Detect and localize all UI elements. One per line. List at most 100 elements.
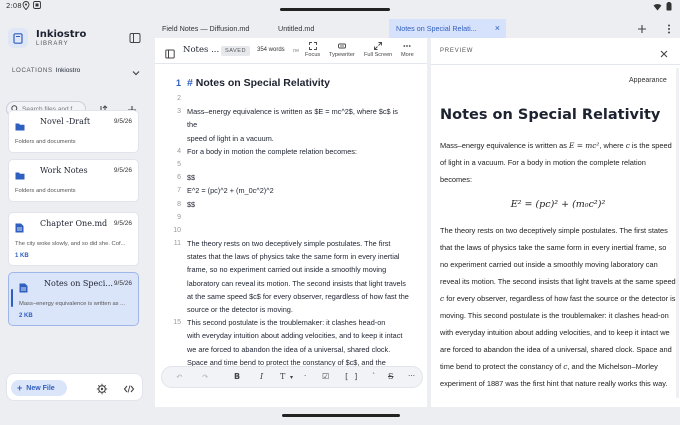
file-card-title: Notes on Speci... <box>44 279 113 288</box>
editor-line: frame, so no experiment carried out insi… <box>155 263 427 276</box>
file-card-chapter-one[interactable]: Chapter One.md 9/5/26 The city woke slow… <box>8 212 139 266</box>
file-card-notes-special-relativity[interactable]: Notes on Speci... 9/5/26 Mass–energy equ… <box>8 272 139 326</box>
cut-tool-label: ne <box>293 48 300 54</box>
tab-bar: Field Notes — Diffusion.md Untitled.md N… <box>155 19 680 38</box>
line-text: the <box>187 120 198 130</box>
close-tab-icon[interactable]: × <box>495 19 500 38</box>
editor-toolbar: Notes ... SAVED 354 words ne Focus Typew… <box>155 38 427 64</box>
library-book-icon <box>8 28 28 48</box>
new-tab-icon[interactable] <box>636 22 648 34</box>
home-gesture-bar[interactable] <box>282 414 400 417</box>
gear-icon[interactable] <box>96 382 108 395</box>
preview-text: for every observer, regardless of how fa… <box>440 294 676 371</box>
focus-button[interactable]: Focus <box>305 42 320 58</box>
strikethrough-icon[interactable]: S <box>388 372 393 381</box>
italic-icon[interactable]: I <box>260 372 263 381</box>
appearance-button[interactable]: Appearance <box>629 77 667 84</box>
format-toolbar: ↶ ↷ B I T ▾ · ☑ [ ] ` S ⋯ <box>161 366 423 388</box>
tab-field-notes[interactable]: Field Notes — Diffusion.md <box>155 19 275 38</box>
new-file-button[interactable]: + New File <box>11 380 67 396</box>
line-text: speed of light in a vacuum. <box>187 133 274 143</box>
more-vertical-icon[interactable] <box>663 22 675 34</box>
line-number: 2 <box>177 95 181 102</box>
more-button[interactable]: More <box>401 42 414 58</box>
file-card-size: 1 KB <box>15 253 29 259</box>
line-number: 8 <box>177 200 181 208</box>
line-text: frame, so no experiment carried out insi… <box>187 265 387 275</box>
editor-line: at the same speed $c$ for every observer… <box>155 290 427 303</box>
close-preview-icon[interactable] <box>659 46 669 58</box>
preview-paragraph: Mass–energy equivalence is written as E … <box>440 137 676 188</box>
brand-subtitle: LIBRARY <box>36 41 69 47</box>
editor-text-area[interactable]: 1 # Notes on Special Relativity 2 3 Mass–… <box>155 74 427 369</box>
focus-icon <box>308 42 317 50</box>
fullscreen-label: Full Screen <box>364 52 393 58</box>
file-card-work-notes[interactable]: Work Notes 9/5/26 Folders and documents <box>8 159 139 202</box>
redo-icon[interactable]: ↷ <box>202 372 209 381</box>
plus-icon: + <box>17 383 23 393</box>
file-card-date: 9/5/26 <box>113 220 132 227</box>
chevron-down-icon[interactable] <box>131 65 141 76</box>
document-icon <box>15 220 25 233</box>
heading-icon[interactable]: T <box>280 372 285 381</box>
code-icon[interactable] <box>123 382 135 394</box>
typewriter-icon <box>337 42 346 50</box>
file-card-title: Chapter One.md <box>40 219 108 228</box>
editor-line: laboratory can reveal its motion. The se… <box>155 277 427 290</box>
bold-icon[interactable]: B <box>234 372 240 381</box>
undo-icon[interactable]: ↶ <box>176 372 183 381</box>
editor-line: source or the detector is moving. <box>155 303 427 316</box>
file-card-subtitle: Folders and documents <box>15 139 76 145</box>
new-file-label: New File <box>26 384 55 392</box>
line-text: Mass–energy equivalence is written as $E… <box>187 107 398 117</box>
file-card-title: Novel -Draft <box>40 117 91 126</box>
preview-header: PREVIEW <box>440 48 474 54</box>
line-text: E^2 = (pc)^2 + (m_0c^2)^2 <box>187 186 274 196</box>
app-status-icon <box>33 1 41 10</box>
line-text: states that the laws of physics take the… <box>187 252 400 262</box>
editor-line: states that the laws of physics take the… <box>155 250 427 263</box>
editor-line: we are forced to abandon the idea of a u… <box>155 343 427 356</box>
focus-label: Focus <box>305 52 321 58</box>
file-card-subtitle: The city woke slowly, and so did she. Co… <box>15 241 126 247</box>
tab-untitled[interactable]: Untitled.md <box>271 19 381 38</box>
file-card-novel-draft[interactable]: Novel -Draft 9/5/26 Folders and document… <box>8 110 139 153</box>
fullscreen-icon <box>374 42 383 50</box>
editor-line: 10 <box>155 224 427 237</box>
collapse-sidebar-icon[interactable] <box>129 31 141 43</box>
editor-line: 9 <box>155 211 427 224</box>
locations-row[interactable]: LOCATIONS Inkiostro <box>12 67 80 74</box>
preview-text: , where <box>599 141 626 150</box>
document-icon <box>19 280 29 293</box>
editor-line: speed of light in a vacuum. <box>155 132 427 145</box>
fullscreen-button[interactable]: Full Screen <box>364 42 392 58</box>
line-text: source or the detector is moving. <box>187 305 293 314</box>
battery-icon <box>666 2 672 13</box>
editor-line: 1 # Notes on Special Relativity <box>155 74 427 92</box>
preview-equation: E² = (pc)² + (m₀c²)² <box>510 199 606 210</box>
code-tick-icon[interactable]: ` <box>372 372 376 381</box>
heading-marker: # <box>187 77 193 89</box>
more-format-icon[interactable]: ⋯ <box>408 372 415 380</box>
folder-icon <box>15 118 25 131</box>
editor-line: 3 Mass–energy equivalence is written as $… <box>155 105 427 118</box>
checklist-icon[interactable]: ☑ <box>322 372 329 381</box>
heading-dropdown-icon[interactable]: ▾ <box>290 374 293 381</box>
line-number: 11 <box>173 240 181 248</box>
outline-icon[interactable] <box>165 46 175 59</box>
typewriter-button[interactable]: Typewriter <box>329 42 355 58</box>
file-card-size: 2 KB <box>19 313 33 319</box>
line-number: 7 <box>177 187 181 195</box>
preview-scrollbar[interactable] <box>676 68 679 398</box>
list-icon[interactable]: · <box>304 372 306 380</box>
saved-badge: SAVED <box>221 46 251 56</box>
locations-label: LOCATIONS <box>12 67 53 74</box>
typewriter-label: Typewriter <box>329 52 355 58</box>
tab-label: Untitled.md <box>278 24 315 33</box>
link-brackets-icon[interactable]: [ ] <box>344 372 358 381</box>
line-text: The theory rests on two deceptively simp… <box>187 239 391 249</box>
line-number: 10 <box>173 226 181 234</box>
tab-notes-special-relativity[interactable]: Notes on Special Relati... × <box>389 19 506 38</box>
location-status-icon <box>22 1 30 11</box>
tab-label: Field Notes — Diffusion.md <box>162 24 250 33</box>
